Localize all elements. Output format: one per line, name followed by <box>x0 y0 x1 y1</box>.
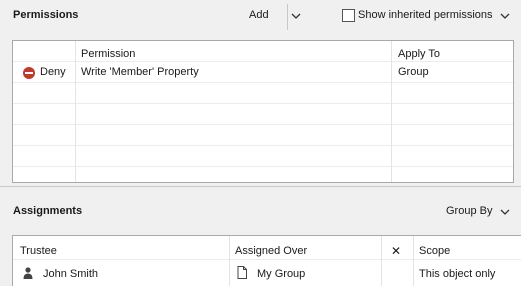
table-row <box>13 125 513 146</box>
deny-icon <box>23 67 35 79</box>
table-row <box>13 167 513 188</box>
column-header-assigned-over[interactable]: Assigned Over <box>235 245 307 257</box>
scope-value: This object only <box>419 268 496 280</box>
section-divider <box>0 186 521 187</box>
document-icon <box>237 266 247 279</box>
table-row <box>13 146 513 167</box>
close-icon[interactable]: ✕ <box>391 244 401 258</box>
table-row[interactable]: John Smith My Group This object only <box>13 260 521 286</box>
table-row <box>13 104 513 125</box>
group-by-chevron-icon[interactable] <box>499 206 511 218</box>
permission-type: Deny <box>40 66 66 78</box>
column-header-trustee[interactable]: Trustee <box>20 245 57 257</box>
permissions-table: Deny Write 'Member' Property Group Permi… <box>12 40 514 183</box>
user-icon <box>23 267 33 279</box>
assignments-title: Assignments <box>13 205 83 217</box>
permission-apply-to: Group <box>398 66 429 78</box>
add-button[interactable]: Add <box>249 9 269 21</box>
add-dropdown-chevron-icon[interactable] <box>290 10 302 22</box>
inherited-dropdown-chevron-icon[interactable] <box>499 10 511 22</box>
column-divider <box>75 41 76 182</box>
permission-name: Write 'Member' Property <box>81 66 199 78</box>
column-header-permission[interactable]: Permission <box>81 48 135 60</box>
group-by-button[interactable]: Group By <box>446 205 492 217</box>
permissions-title: Permissions <box>13 9 79 21</box>
table-row <box>13 83 513 104</box>
show-inherited-checkbox[interactable] <box>342 9 355 22</box>
trustee-name: John Smith <box>43 268 99 280</box>
add-split-divider <box>287 4 288 30</box>
show-inherited-label[interactable]: Show inherited permissions <box>358 9 493 21</box>
assigned-over-value: My Group <box>257 268 306 280</box>
column-header-scope[interactable]: Scope <box>419 245 450 257</box>
column-divider <box>391 41 392 182</box>
column-header-apply-to[interactable]: Apply To <box>398 48 440 60</box>
table-row[interactable]: Deny Write 'Member' Property Group <box>13 62 513 83</box>
assignments-table: Trustee Assigned Over ✕ Scope John Smith… <box>12 235 521 286</box>
